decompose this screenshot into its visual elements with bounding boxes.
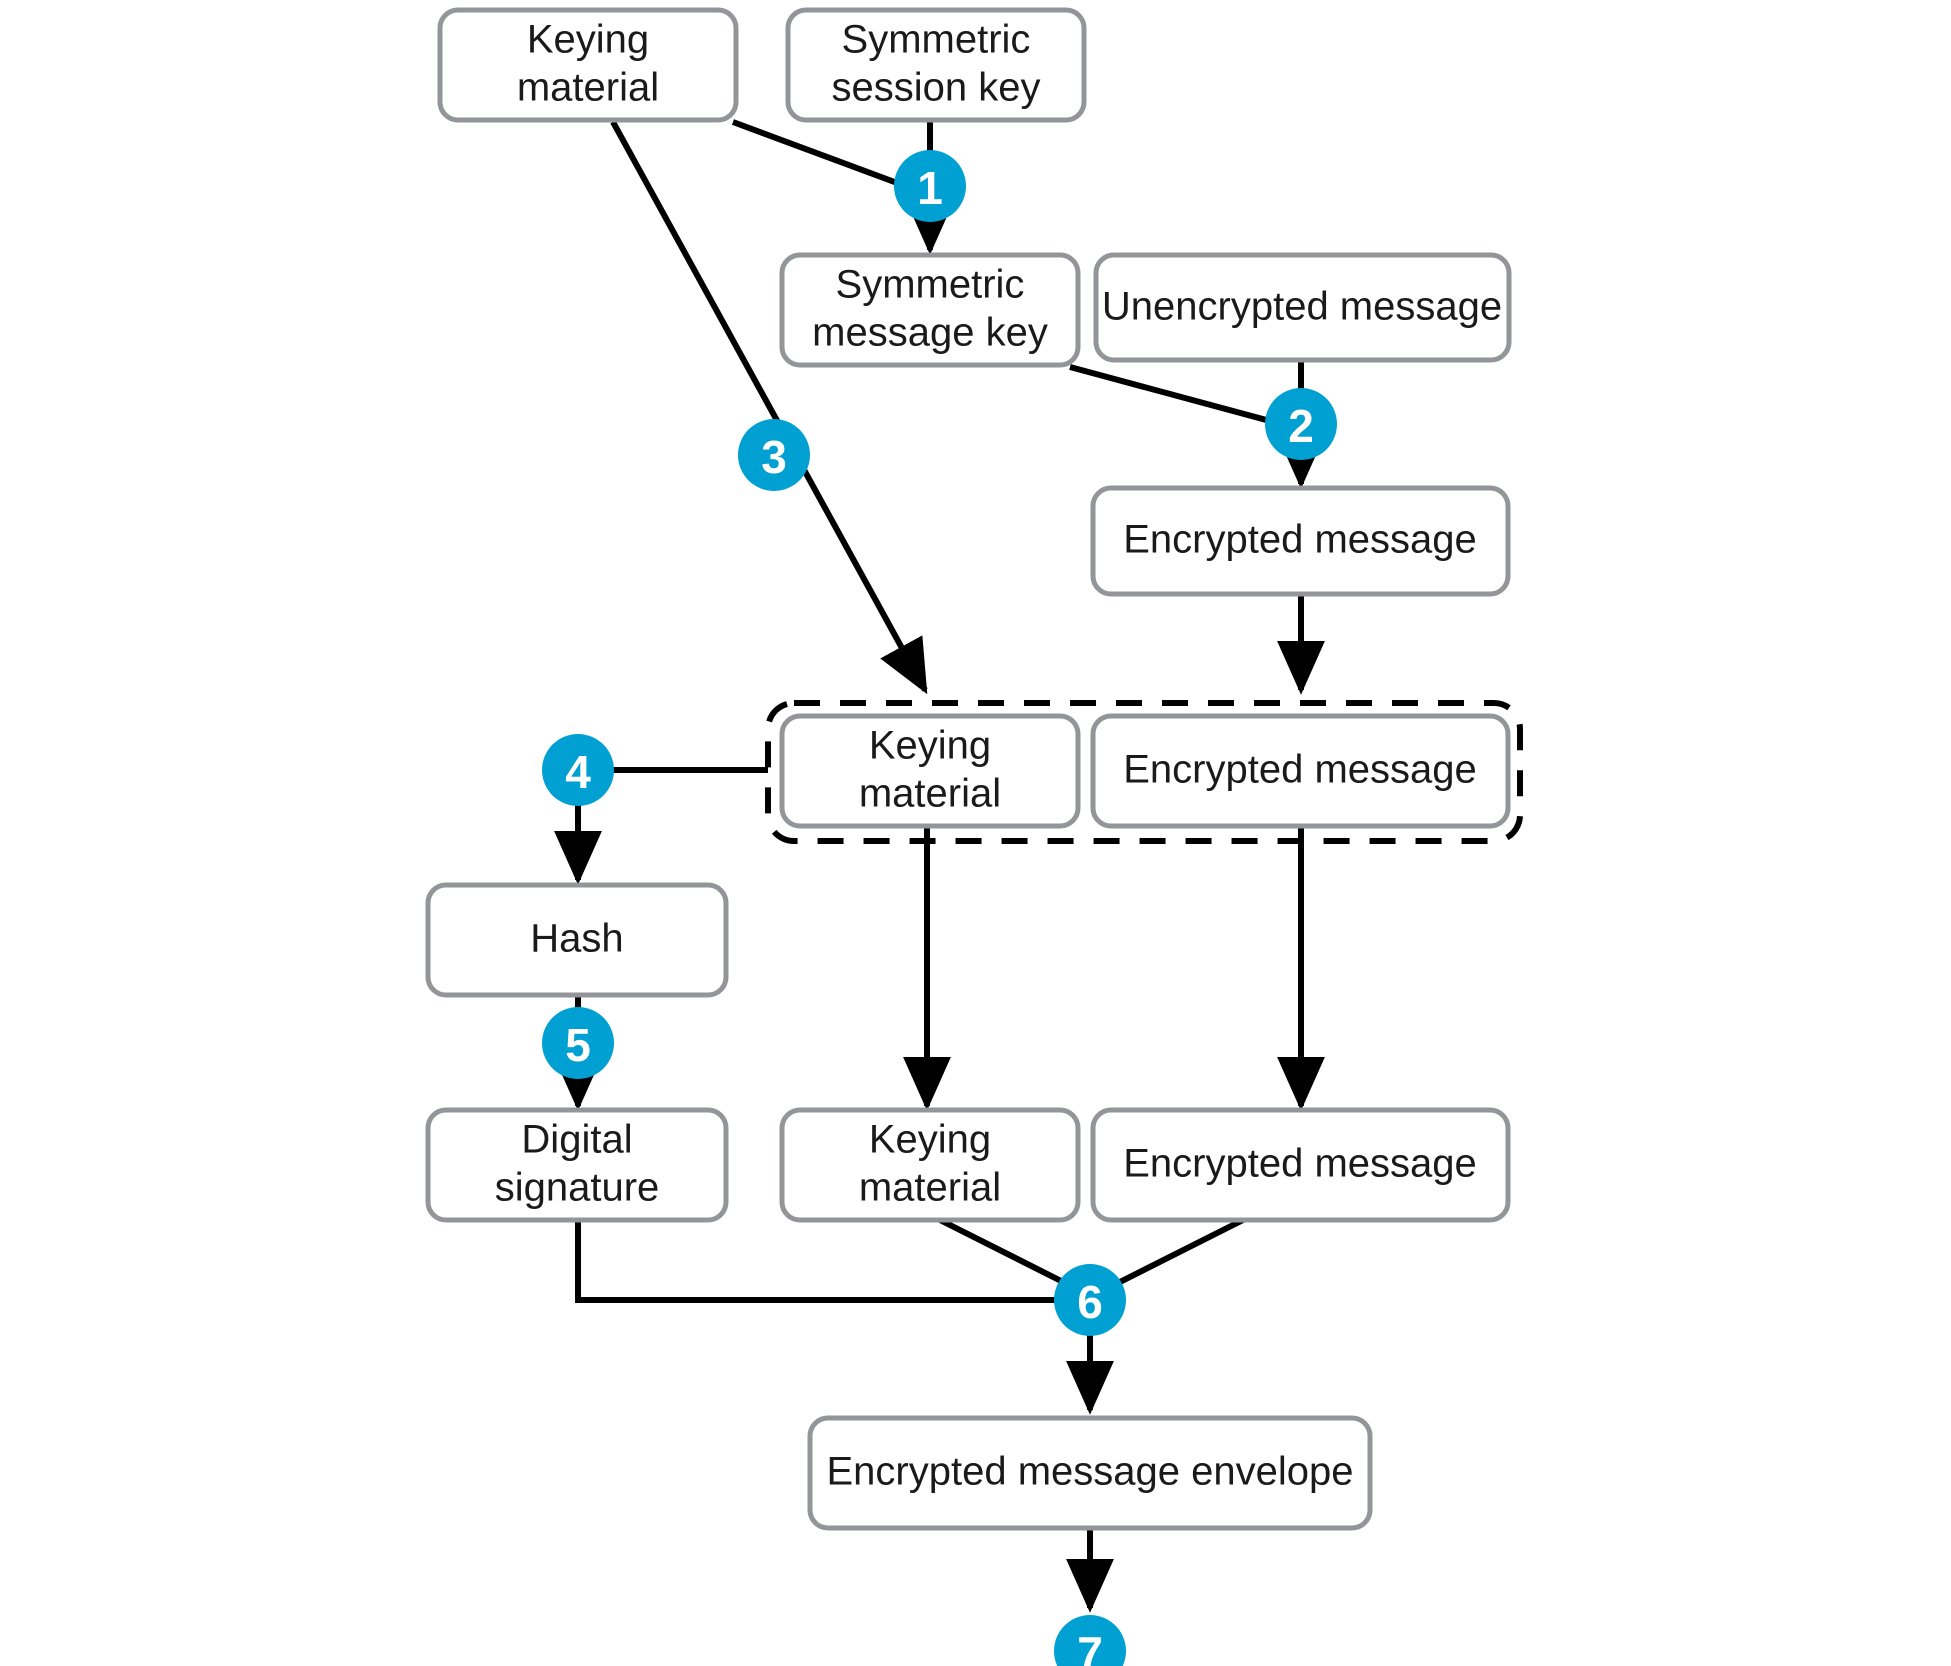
node-keying-material-grouped: Keying material xyxy=(779,713,1081,829)
node-label-line1: Symmetric xyxy=(842,18,1031,62)
step-badge-3: 3 xyxy=(738,419,810,491)
node-keying-material-bottom: Keying material xyxy=(779,1107,1081,1223)
node-label-line2: material xyxy=(859,1166,1001,1210)
encryption-flow-diagram: Keying material Symmetric session key Sy… xyxy=(0,0,1951,1666)
node-label-line1: Encrypted message xyxy=(1123,748,1477,792)
node-label-line1: Keying xyxy=(869,724,991,768)
node-digital-signature: Digital signature xyxy=(425,1107,729,1223)
node-encrypted-message-bottom: Encrypted message xyxy=(1090,1107,1511,1223)
step-badge-2: 2 xyxy=(1265,388,1337,460)
step-badge-5: 5 xyxy=(542,1007,614,1079)
edge-bottom-encrypted-to-step6 xyxy=(1106,1217,1245,1291)
edge-bottom-keying-to-step6 xyxy=(938,1217,1077,1291)
node-encrypted-message-envelope: Encrypted message envelope xyxy=(807,1415,1373,1531)
node-label-line1: Encrypted message envelope xyxy=(827,1450,1354,1494)
node-label-line2: session key xyxy=(832,66,1041,110)
node-label-line2: signature xyxy=(495,1166,660,1210)
node-label-line1: Digital xyxy=(521,1118,632,1162)
edge-session-key-to-step1 xyxy=(731,119,918,193)
node-label-line1: Keying xyxy=(869,1118,991,1162)
node-symmetric-session-key: Symmetric session key xyxy=(785,7,1087,123)
node-label-line1: Hash xyxy=(530,917,623,961)
node-hash: Hash xyxy=(425,882,729,998)
step-badge-6: 6 xyxy=(1054,1264,1126,1336)
step-number: 6 xyxy=(1077,1276,1103,1328)
node-label-line1: Symmetric xyxy=(836,263,1025,307)
step-number: 5 xyxy=(565,1019,591,1071)
node-encrypted-message-grouped: Encrypted message xyxy=(1090,713,1511,829)
step-number: 2 xyxy=(1288,400,1314,452)
node-label-line1: Encrypted message xyxy=(1123,518,1477,562)
node-symmetric-message-key: Symmetric message key xyxy=(779,252,1081,368)
node-encrypted-message-1: Encrypted message xyxy=(1090,485,1511,597)
node-keying-material-top: Keying material xyxy=(437,7,739,123)
step-number: 4 xyxy=(565,746,591,798)
flow-canvas: Keying material Symmetric session key Sy… xyxy=(425,7,1523,1666)
node-label-line2: material xyxy=(517,66,659,110)
node-label-line2: message key xyxy=(812,311,1048,355)
step-number: 1 xyxy=(917,162,943,214)
node-unencrypted-message: Unencrypted message xyxy=(1093,252,1512,363)
node-label-line1: Keying xyxy=(527,18,649,62)
step-number: 7 xyxy=(1077,1627,1103,1666)
edge-message-key-to-step2 xyxy=(1069,364,1286,428)
edge-keying-material-to-group xyxy=(610,120,928,695)
step-badge-1: 1 xyxy=(894,150,966,222)
node-label-line2: material xyxy=(859,772,1001,816)
step-number: 3 xyxy=(761,431,787,483)
step-badge-4: 4 xyxy=(542,734,614,806)
edge-digital-signature-to-step6 xyxy=(575,1217,1070,1303)
step-badge-7: 7 xyxy=(1054,1615,1126,1666)
node-label-line1: Unencrypted message xyxy=(1102,285,1502,329)
node-label-line1: Encrypted message xyxy=(1123,1142,1477,1186)
